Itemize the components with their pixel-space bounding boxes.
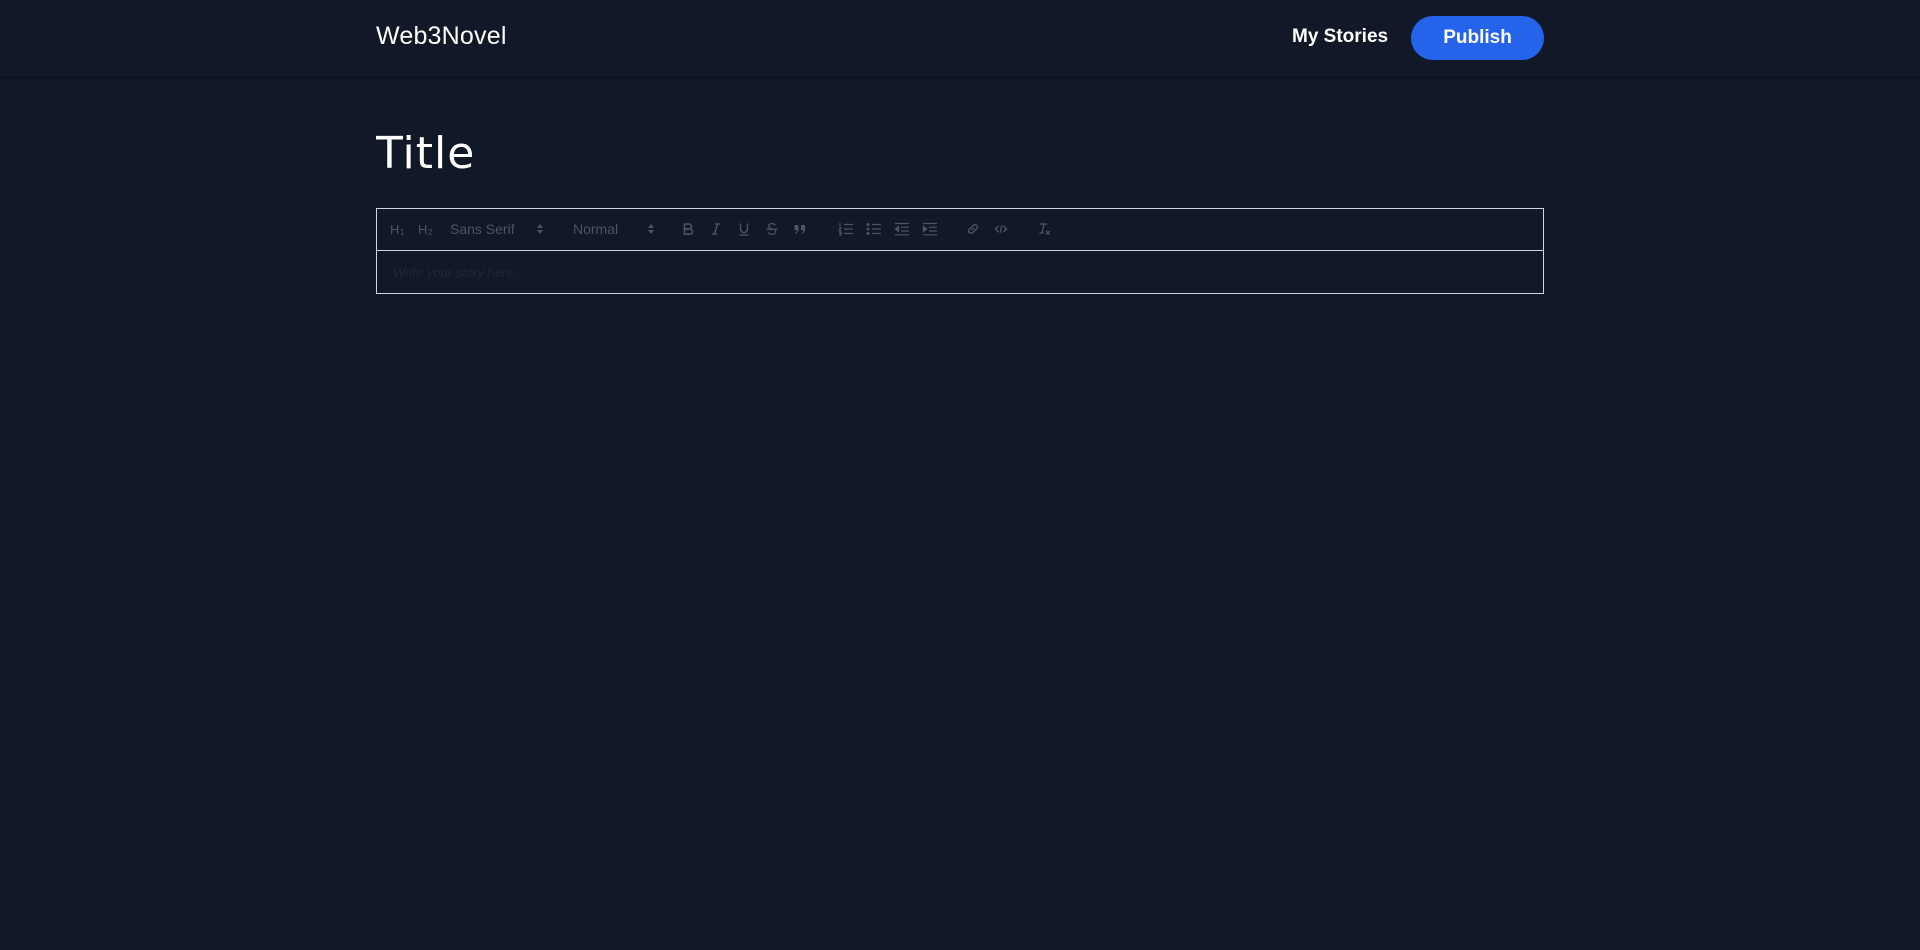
editor-placeholder: Write your story here... [393, 265, 525, 280]
bullet-list-icon[interactable] [865, 220, 883, 238]
size-picker-label: Normal [573, 221, 619, 237]
link-icon[interactable] [964, 220, 982, 238]
italic-icon[interactable] [707, 220, 725, 238]
strike-icon[interactable] [763, 220, 781, 238]
publish-button[interactable]: Publish [1411, 16, 1544, 60]
font-picker-label: Sans Serif [450, 221, 515, 237]
my-stories-link[interactable]: My Stories [1292, 26, 1388, 48]
font-picker[interactable]: Sans Serif [450, 220, 546, 238]
underline-icon[interactable] [735, 220, 753, 238]
bold-icon[interactable] [679, 220, 697, 238]
editor-toolbar: H 1 H 2 Sans Serif Normal [377, 209, 1543, 251]
title-input[interactable] [374, 120, 1548, 186]
svg-text:H: H [390, 222, 399, 236]
svg-text:H: H [418, 222, 427, 236]
ordered-list-icon[interactable] [837, 220, 855, 238]
h1-icon[interactable]: H 1 [389, 220, 409, 238]
updown-icon [536, 222, 544, 239]
editor-content[interactable]: Write your story here... [377, 251, 1543, 293]
size-picker[interactable]: Normal [573, 220, 659, 238]
svg-text:2: 2 [428, 228, 433, 236]
svg-text:1: 1 [400, 228, 405, 236]
navbar: Web3Novel My Stories Publish [0, 0, 1920, 76]
rich-text-editor: H 1 H 2 Sans Serif Normal Write your sto… [376, 208, 1544, 294]
brand-logo[interactable]: Web3Novel [376, 22, 507, 51]
indent-icon[interactable] [921, 220, 939, 238]
outdent-icon[interactable] [893, 220, 911, 238]
code-icon[interactable] [992, 220, 1010, 238]
blockquote-icon[interactable] [791, 220, 809, 238]
h2-icon[interactable]: H 2 [417, 220, 437, 238]
updown-icon [647, 222, 655, 239]
clear-format-icon[interactable] [1035, 220, 1053, 238]
